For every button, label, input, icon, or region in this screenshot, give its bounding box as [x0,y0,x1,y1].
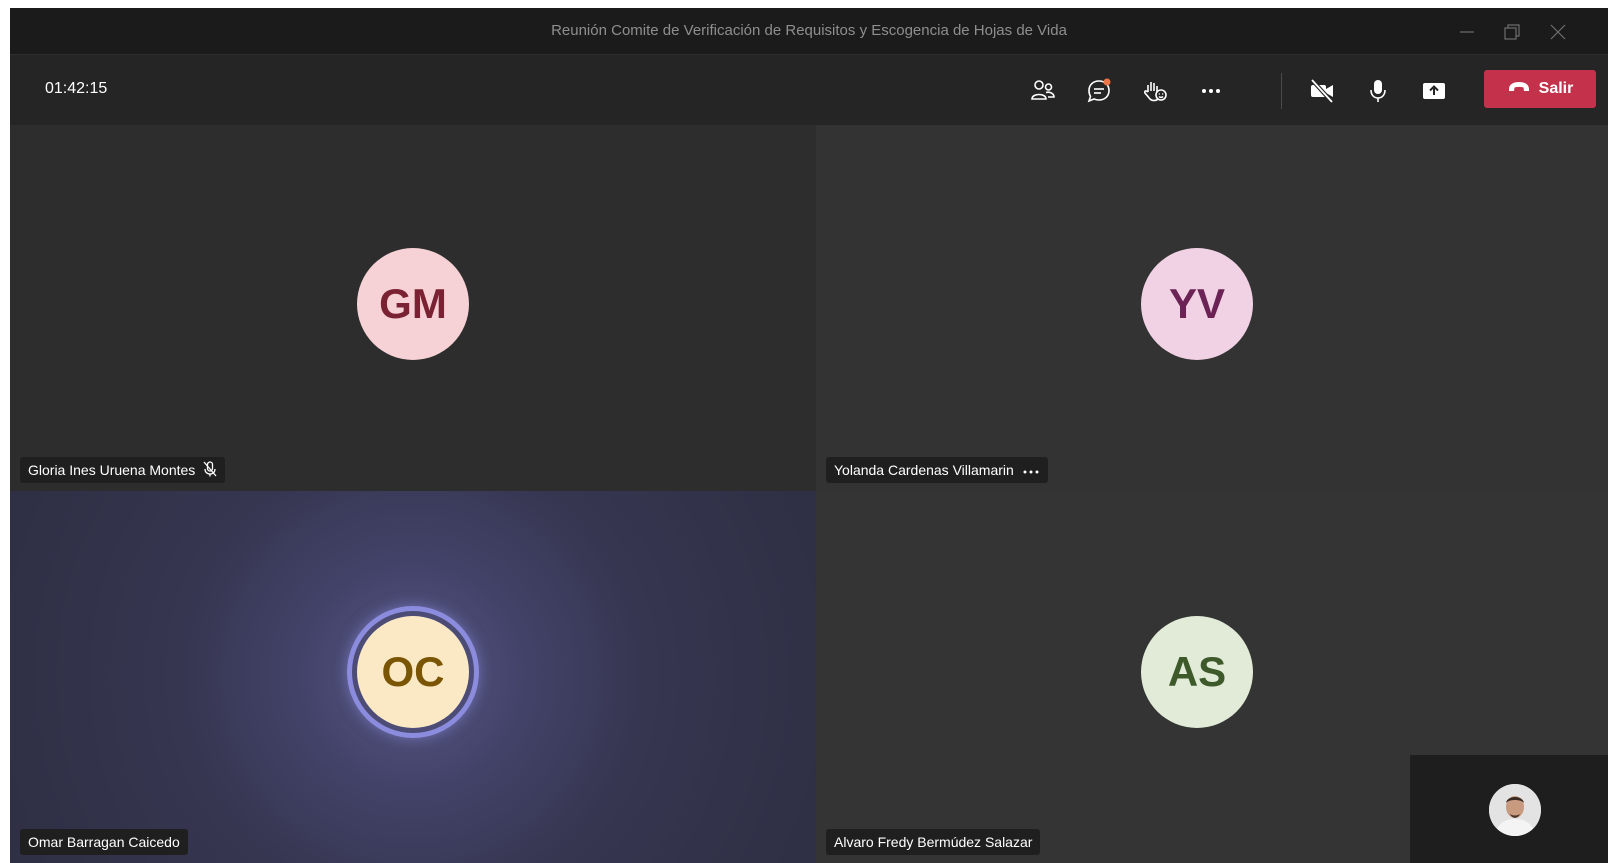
leave-button[interactable]: Salir [1484,70,1596,108]
participant-more-options-icon[interactable] [1022,462,1040,478]
share-screen-icon[interactable] [1420,77,1448,105]
video-stage: GM Gloria Ines Uruena Montes YV Yolanda … [10,125,1608,863]
participant-name: Alvaro Fredy Bermúdez Salazar [834,834,1033,850]
chat-icon[interactable] [1085,77,1113,105]
avatar: AS [1141,616,1253,728]
window-title: Reunión Comite de Verificación de Requis… [551,22,1067,39]
participant-tile-speaking[interactable]: OC Omar Barragan Caicedo [10,491,816,863]
leave-label: Salir [1538,80,1574,97]
avatar: YV [1141,248,1253,360]
participant-name: Omar Barragan Caicedo [28,834,180,850]
participant-name: Yolanda Cardenas Villamarin [834,462,1014,478]
teams-meeting-window: Reunión Comite de Verificación de Requis… [10,8,1608,863]
avatar: OC [357,616,469,728]
participant-tile[interactable]: YV Yolanda Cardenas Villamarin [816,125,1608,491]
participant-name-tag: Omar Barragan Caicedo [20,829,188,855]
title-bar: Reunión Comite de Verificación de Requis… [10,8,1608,55]
camera-off-icon[interactable] [1308,77,1336,105]
participant-name-tag: Gloria Ines Uruena Montes [20,457,226,483]
participant-name-tag: Alvaro Fredy Bermúdez Salazar [826,829,1041,855]
participant-tile[interactable]: GM Gloria Ines Uruena Montes [10,125,816,491]
more-options-icon[interactable] [1197,77,1225,105]
self-avatar [1489,784,1541,836]
microphone-icon[interactable] [1364,77,1392,105]
mic-muted-icon [203,460,217,480]
meeting-timer: 01:42:15 [45,80,108,97]
toolbar-separator [1281,73,1282,109]
avatar: GM [357,248,469,360]
minimize-icon[interactable] [1455,20,1479,44]
participant-name: Gloria Ines Uruena Montes [28,462,196,478]
participants-icon[interactable] [1029,77,1057,105]
raise-hand-icon[interactable] [1141,77,1169,105]
meeting-toolbar: 01:42:15 Salir [10,55,1608,125]
close-icon[interactable] [1546,20,1570,44]
self-view-preview[interactable] [1410,755,1608,863]
restore-icon[interactable] [1500,20,1524,44]
participant-tile[interactable]: AS Alvaro Fredy Bermúdez Salazar [816,491,1608,863]
hang-up-icon [1507,80,1531,99]
participant-name-tag: Yolanda Cardenas Villamarin [826,457,1048,483]
